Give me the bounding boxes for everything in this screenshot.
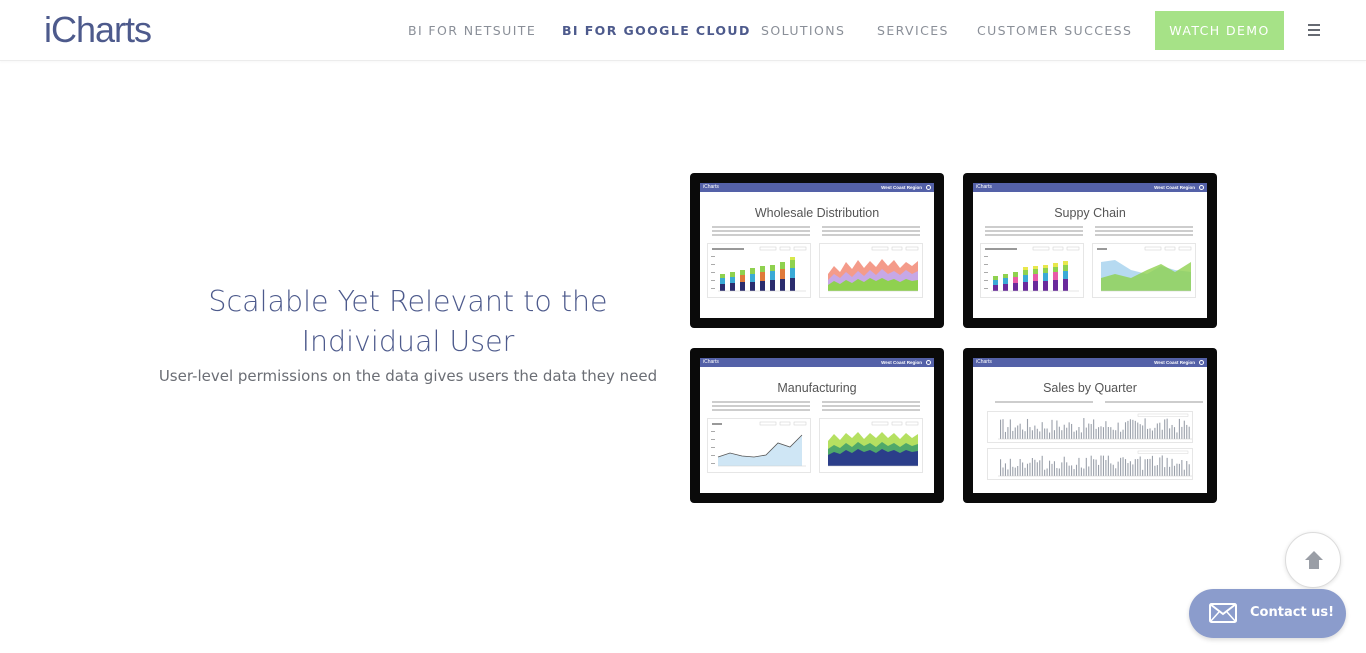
app-name: iCharts: [703, 184, 719, 190]
line-area-chart-thumbnail: [707, 418, 811, 473]
scroll-to-top-button[interactable]: [1285, 532, 1341, 588]
icharts-logo[interactable]: iCharts: [44, 9, 152, 51]
placeholder-lines: [822, 226, 920, 238]
column-chart-thumbnail: [987, 411, 1193, 443]
dashboard-tablet-sales-by-quarter: iCharts West Coast Region Sales by Quart…: [963, 348, 1217, 503]
placeholder-lines: [712, 401, 810, 413]
nav-solutions[interactable]: SOLUTIONS: [761, 23, 845, 38]
dashboard-tablet-wholesale: iCharts West Coast Region Wholesale Dist…: [690, 173, 944, 328]
overlapping-area-chart-thumbnail: [1092, 243, 1196, 298]
gear-icon: [1199, 185, 1204, 190]
placeholder-lines: [995, 401, 1093, 405]
nav-services[interactable]: SERVICES: [877, 23, 949, 38]
placeholder-lines: [985, 226, 1083, 238]
watch-demo-button[interactable]: WATCH DEMO: [1155, 11, 1284, 50]
area-chart-thumbnail: [819, 243, 923, 298]
placeholder-lines: [712, 226, 810, 238]
nav-bi-for-netsuite[interactable]: BI FOR NETSUITE: [408, 23, 536, 38]
app-name: iCharts: [703, 359, 719, 365]
hero-headline: Scalable Yet Relevant to the Individual …: [150, 282, 666, 362]
region-selector: West Coast Region: [881, 360, 922, 365]
dashboard-screen: iCharts West Coast Region Sales by Quart…: [973, 358, 1207, 493]
gear-icon: [926, 360, 931, 365]
hero-headline-line1: Scalable Yet Relevant to the: [208, 285, 608, 318]
dashboard-title: Sales by Quarter: [1043, 381, 1137, 395]
dashboard-tablet-supply-chain: iCharts West Coast Region Suppy Chain: [963, 173, 1217, 328]
placeholder-lines: [822, 401, 920, 413]
stacked-bar-chart-thumbnail: [980, 243, 1084, 298]
app-bar: iCharts West Coast Region: [700, 358, 934, 367]
app-bar: iCharts West Coast Region: [700, 183, 934, 192]
region-selector: West Coast Region: [1154, 185, 1195, 190]
hero-subline: User-level permissions on the data gives…: [158, 367, 658, 385]
dashboard-screen: iCharts West Coast Region Manufacturing: [700, 358, 934, 493]
envelope-icon: [1209, 603, 1237, 623]
dashboard-title: Manufacturing: [777, 381, 857, 395]
hero-headline-line2: Individual User: [301, 325, 515, 358]
placeholder-lines: [1095, 226, 1193, 238]
nav-bi-for-google-cloud[interactable]: BI FOR GOOGLE CLOUD: [562, 23, 751, 38]
column-chart-thumbnail: [987, 448, 1193, 480]
hamburger-icon[interactable]: [1306, 22, 1324, 38]
nav-customer-success[interactable]: CUSTOMER SUCCESS: [977, 23, 1132, 38]
dashboard-screen: iCharts West Coast Region Wholesale Dist…: [700, 183, 934, 318]
app-name: iCharts: [976, 184, 992, 190]
gear-icon: [1199, 360, 1204, 365]
region-selector: West Coast Region: [881, 185, 922, 190]
stacked-area-chart-thumbnail: [819, 418, 923, 473]
contact-us-label: Contact us!: [1250, 605, 1335, 620]
site-header: iCharts BI FOR NETSUITE BI FOR GOOGLE CL…: [0, 0, 1366, 61]
gear-icon: [926, 185, 931, 190]
app-name: iCharts: [976, 359, 992, 365]
app-bar: iCharts West Coast Region: [973, 358, 1207, 367]
stacked-bar-chart-thumbnail: [707, 243, 811, 298]
app-bar: iCharts West Coast Region: [973, 183, 1207, 192]
contact-us-button[interactable]: Contact us!: [1189, 589, 1346, 638]
region-selector: West Coast Region: [1154, 360, 1195, 365]
dashboard-title: Suppy Chain: [1054, 206, 1126, 220]
dashboard-tablet-manufacturing: iCharts West Coast Region Manufacturing: [690, 348, 944, 503]
dashboard-title: Wholesale Distribution: [754, 206, 880, 220]
arrow-up-icon: [1305, 551, 1323, 569]
dashboard-screen: iCharts West Coast Region Suppy Chain: [973, 183, 1207, 318]
placeholder-lines: [1105, 401, 1203, 405]
